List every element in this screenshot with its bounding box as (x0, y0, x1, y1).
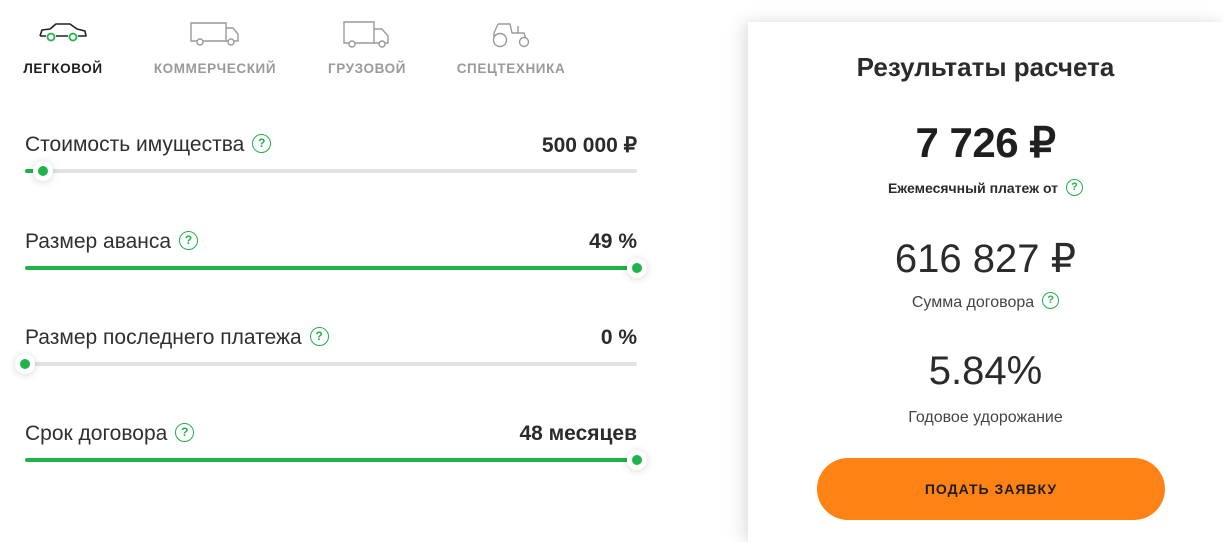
help-icon[interactable]: ? (309, 326, 329, 346)
slider-label-text: Стоимость имущества (25, 133, 245, 156)
slider-track[interactable] (25, 263, 642, 273)
van-icon (190, 22, 239, 46)
slider-label-text: Срок договора (25, 422, 168, 445)
results-panel: Результаты расчета 7 726 ₽ Ежемесячный п… (748, 22, 1223, 542)
slider-value: 49 % (589, 230, 637, 253)
contract-sum-label-text: Сумма договора (911, 294, 1035, 311)
monthly-payment-label-text: Ежемесячный платеж от (887, 180, 1059, 196)
tab-label: СПЕЦТЕХНИКА (456, 61, 566, 76)
slider-label: Срок договора? (25, 422, 195, 446)
help-icon[interactable]: ? (179, 230, 199, 250)
slider-fill (25, 266, 637, 270)
slider-thumb[interactable] (20, 359, 30, 369)
tab-truck[interactable]: ГРУЗОВОЙ (297, 18, 437, 82)
vehicle-type-tabs: ЛЕГКОВОЙ КОММЕРЧЕСКИЙ ГРУЗОВОЙ СПЕЦТЕХНИ… (0, 18, 700, 88)
annual-rate-value: 5.84% (928, 349, 1043, 393)
slider-value: 500 000 ₽ (541, 134, 637, 157)
slider-track[interactable] (20, 359, 637, 369)
annual-rate-label: Годовое удорожание (908, 409, 1063, 426)
tractor-icon (492, 23, 530, 48)
help-icon[interactable]: ? (1042, 292, 1060, 310)
tab-special[interactable]: СПЕЦТЕХНИКА (441, 18, 581, 82)
tab-label: ЛЕГКОВОЙ (23, 61, 103, 76)
monthly-payment-label: Ежемесячный платеж от? (748, 178, 1223, 198)
contract-term-slider: Срок договора? 48 месяцев (25, 422, 642, 482)
slider-thumb[interactable] (632, 455, 642, 465)
help-icon[interactable]: ? (1066, 178, 1084, 196)
slider-fill (25, 458, 637, 462)
advance-slider: Размер аванса? 49 % (25, 230, 642, 290)
slider-label-text: Размер последнего платежа (25, 326, 302, 349)
slider-label: Стоимость имущества? (25, 133, 272, 157)
slider-value: 0 % (600, 326, 637, 349)
slider-value: 48 месяцев (519, 422, 637, 445)
tab-label: ГРУЗОВОЙ (327, 61, 407, 76)
slider-label-text: Размер аванса (25, 230, 172, 253)
results-title: Результаты расчета (856, 52, 1115, 82)
tab-commercial[interactable]: КОММЕРЧЕСКИЙ (145, 18, 285, 82)
property-cost-slider: Стоимость имущества? 500 000 ₽ (25, 133, 637, 193)
contract-sum-label: Сумма договора? (748, 292, 1223, 312)
help-icon[interactable]: ? (175, 422, 195, 442)
slider-thumb[interactable] (38, 166, 49, 176)
monthly-payment-value: 7 726 ₽ (915, 119, 1057, 166)
truck-icon (343, 21, 389, 48)
tab-label: КОММЕРЧЕСКИЙ (153, 61, 277, 76)
slider-track[interactable] (25, 455, 642, 465)
slider-label: Размер аванса? (25, 230, 199, 254)
slider-thumb[interactable] (632, 263, 642, 273)
help-icon[interactable]: ? (252, 133, 272, 153)
tab-passenger[interactable]: ЛЕГКОВОЙ (0, 18, 133, 82)
car-icon (39, 23, 87, 42)
last-payment-slider: Размер последнего платежа? 0 % (20, 326, 637, 386)
slider-label: Размер последнего платежа? (25, 326, 329, 350)
slider-track[interactable] (25, 166, 637, 176)
contract-sum-value: 616 827 ₽ (894, 237, 1077, 281)
submit-application-button[interactable]: ПОДАТЬ ЗАЯВКУ (817, 458, 1165, 520)
